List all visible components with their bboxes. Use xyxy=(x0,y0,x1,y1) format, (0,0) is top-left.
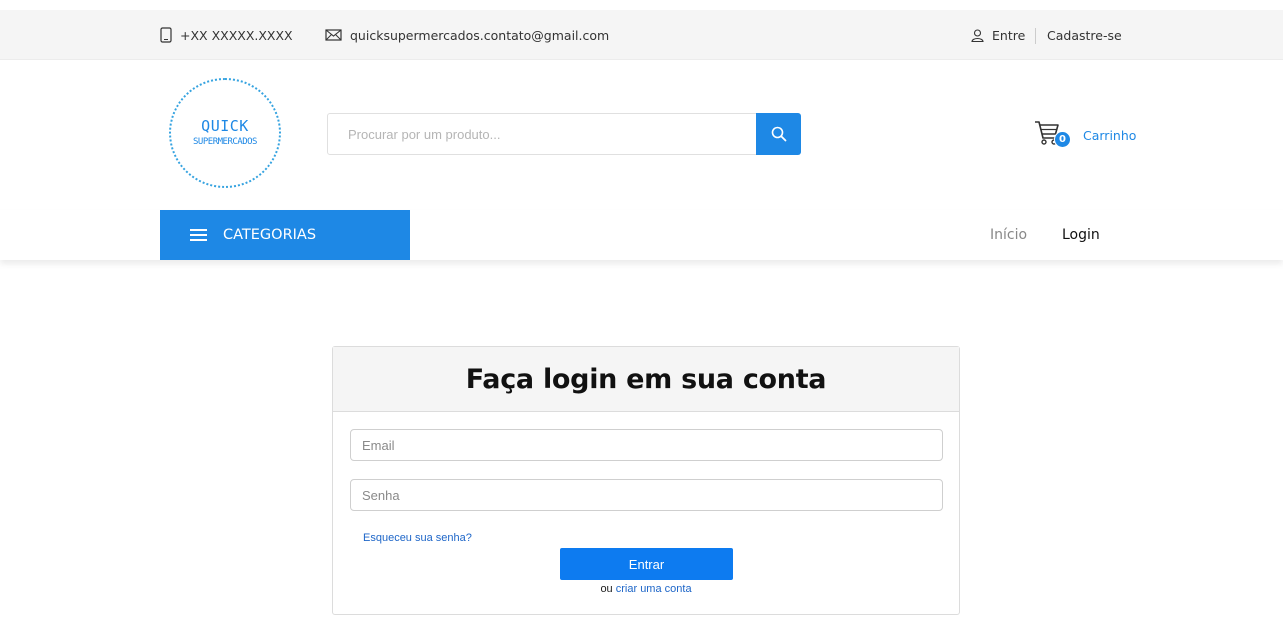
login-card-header: Faça login em sua conta xyxy=(333,347,959,412)
cart-count-badge: 0 xyxy=(1054,131,1071,148)
phone-number: +XX XXXXX.XXXX xyxy=(180,27,293,43)
contact-email: quicksupermercados.contato@gmail.com xyxy=(325,10,609,60)
topbar-login-link[interactable]: Entre xyxy=(971,10,1025,60)
create-account-line: ou criar uma conta xyxy=(333,583,959,595)
categories-label: CATEGORIAS xyxy=(223,227,317,243)
categories-menu-button[interactable]: CATEGORIAS xyxy=(160,210,410,260)
login-title: Faça login em sua conta xyxy=(465,363,827,395)
email-field[interactable] xyxy=(350,429,943,461)
logo-text-line1: QUICK xyxy=(201,117,249,135)
signup-link-label: Cadastre-se xyxy=(1047,27,1122,43)
contact-phone: +XX XXXXX.XXXX xyxy=(160,10,293,60)
forgot-password-link[interactable]: Esqueceu sua senha? xyxy=(363,532,472,544)
nav-link-login[interactable]: Login xyxy=(1062,210,1100,260)
alt-prefix: ou xyxy=(600,583,613,595)
login-submit-button[interactable]: Entrar xyxy=(560,548,733,580)
search-button[interactable] xyxy=(756,113,801,155)
top-bar: +XX XXXXX.XXXX quicksupermercados.contat… xyxy=(0,10,1283,60)
password-field[interactable] xyxy=(350,479,943,511)
main-nav: CATEGORIAS Início Login xyxy=(0,210,1283,260)
login-card: Faça login em sua conta Esqueceu sua sen… xyxy=(332,346,960,615)
cart-button[interactable]: 0 Carrinho xyxy=(1033,118,1136,152)
search-icon xyxy=(771,126,786,142)
menu-icon xyxy=(190,229,207,241)
create-account-link[interactable]: criar uma conta xyxy=(616,583,692,595)
site-logo[interactable]: QUICK SUPERMERCADOS xyxy=(169,78,281,188)
topbar-signup-link[interactable]: Cadastre-se xyxy=(1047,10,1122,60)
user-icon xyxy=(971,28,984,42)
search-bar xyxy=(327,113,801,155)
cart-label: Carrinho xyxy=(1083,127,1137,143)
login-link-label: Entre xyxy=(992,27,1026,43)
nav-link-inicio[interactable]: Início xyxy=(990,210,1027,260)
cart-icon-wrap: 0 xyxy=(1033,118,1073,152)
logo-text-line2: SUPERMERCADOS xyxy=(193,137,257,147)
email-address: quicksupermercados.contato@gmail.com xyxy=(350,27,610,43)
search-input[interactable] xyxy=(328,114,756,154)
mail-icon xyxy=(325,29,342,41)
divider xyxy=(1035,28,1036,44)
phone-icon xyxy=(160,27,172,43)
